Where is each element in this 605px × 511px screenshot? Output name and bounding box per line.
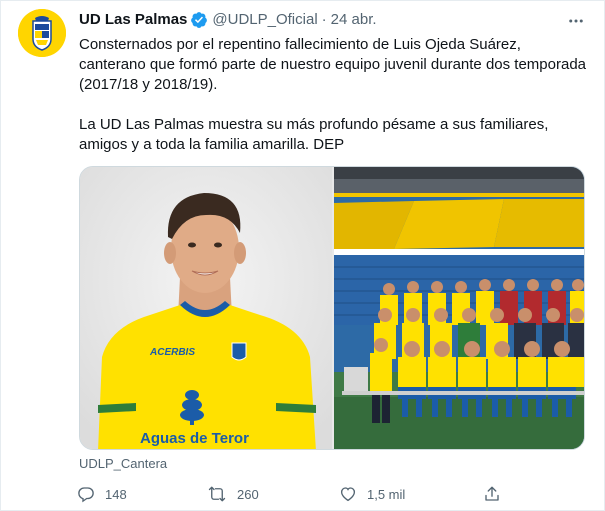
tweet-header: UD Las Palmas @UDLP_Oficial · 24 abr. bbox=[79, 10, 588, 30]
share-icon bbox=[485, 486, 499, 501]
verified-badge-icon bbox=[191, 12, 208, 28]
like-count: 1,5 mil bbox=[367, 486, 406, 502]
retweet-button[interactable]: 260 bbox=[207, 483, 259, 505]
reply-count: 148 bbox=[105, 486, 127, 502]
tweet-text-paragraph: Consternados por el repentino fallecimie… bbox=[79, 36, 587, 93]
heart-icon bbox=[340, 487, 356, 502]
separator-dot: · bbox=[321, 11, 327, 28]
club-crest-icon bbox=[18, 9, 66, 57]
tweet-actions: 148 260 1,5 mil bbox=[71, 483, 521, 505]
tweet-text: Consternados por el repentino fallecimie… bbox=[79, 35, 591, 155]
reply-icon bbox=[78, 487, 94, 503]
shirt-brand-text: ACERBIS bbox=[149, 347, 195, 358]
club-crest-icon bbox=[231, 342, 247, 361]
shirt-sponsor-text: Aguas de Teror bbox=[140, 430, 249, 447]
media-source-label[interactable]: UDLP_Cantera bbox=[79, 456, 167, 471]
reply-button[interactable]: 148 bbox=[77, 483, 127, 505]
retweet-icon bbox=[208, 486, 226, 502]
retweet-count: 260 bbox=[237, 486, 259, 502]
team-photo[interactable] bbox=[334, 167, 584, 449]
player-photo[interactable]: ACERBIS Aguas de Teror bbox=[80, 167, 332, 449]
tweet-date[interactable]: 24 abr. bbox=[331, 10, 377, 30]
more-dots-icon bbox=[569, 19, 583, 23]
author-avatar[interactable] bbox=[18, 9, 66, 57]
share-button[interactable] bbox=[483, 483, 511, 505]
tweet-card[interactable]: UD Las Palmas @UDLP_Oficial · 24 abr. Co… bbox=[0, 0, 605, 511]
tweet-text-paragraph: La UD Las Palmas muestra su más profundo… bbox=[79, 116, 549, 153]
more-options-button[interactable] bbox=[566, 11, 586, 31]
author-handle[interactable]: @UDLP_Oficial bbox=[212, 10, 317, 30]
tweet-media[interactable]: ACERBIS Aguas de Teror bbox=[79, 166, 585, 450]
author-name[interactable]: UD Las Palmas bbox=[79, 10, 187, 30]
like-button[interactable]: 1,5 mil bbox=[339, 483, 405, 505]
